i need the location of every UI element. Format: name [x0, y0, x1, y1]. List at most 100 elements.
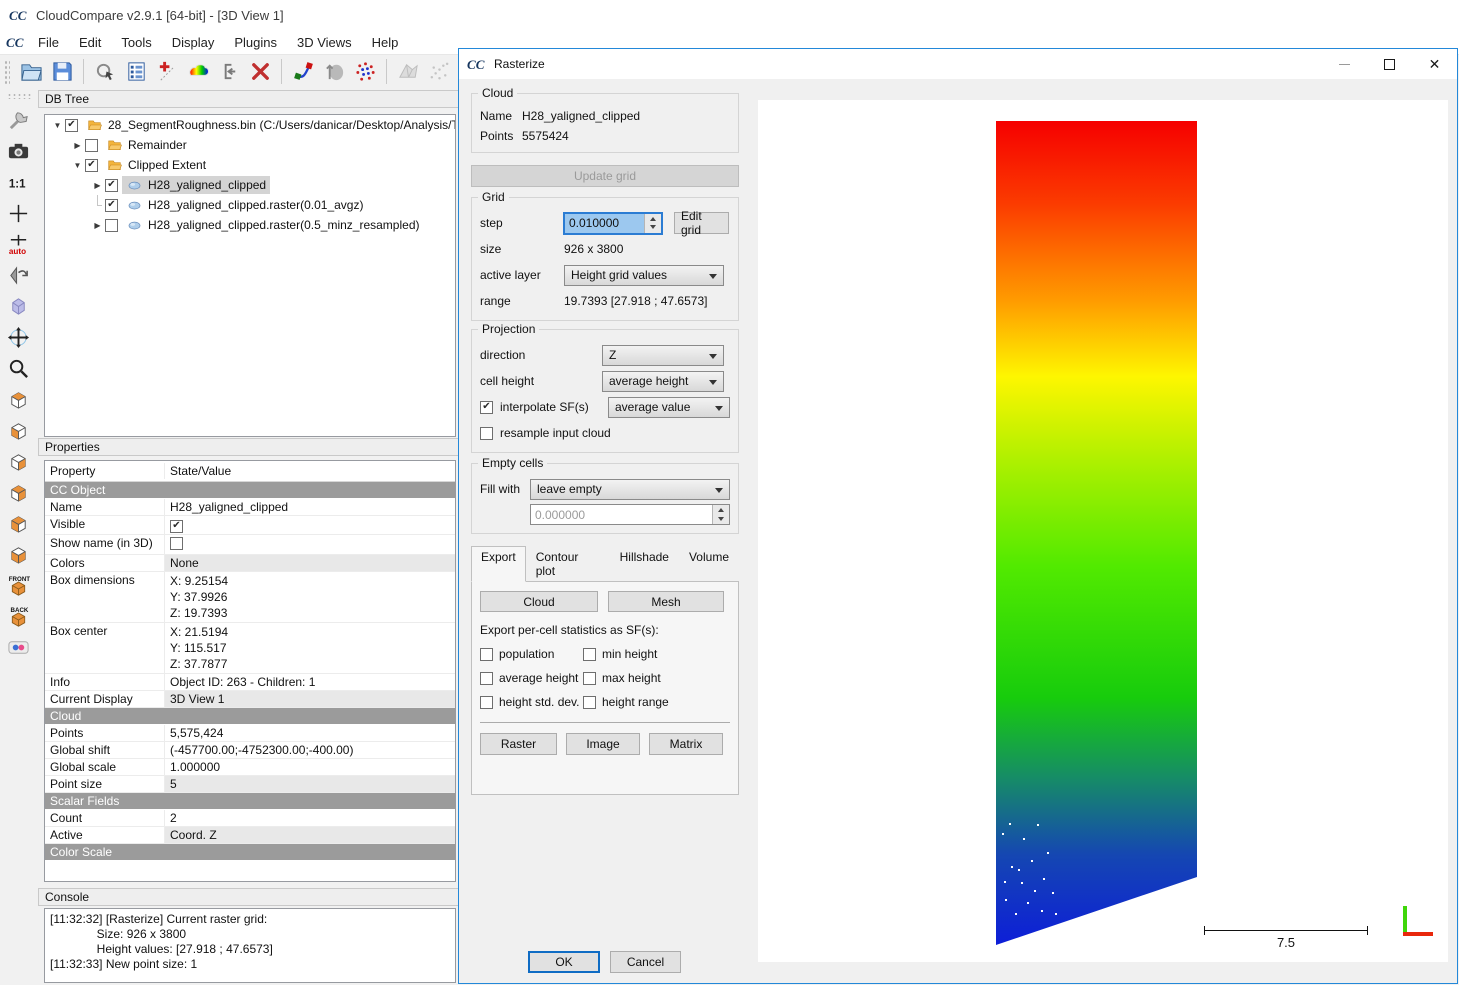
export-stat-max-height[interactable]: max height: [583, 671, 730, 685]
perspective-cube-icon[interactable]: [5, 293, 32, 320]
property-value[interactable]: 5: [165, 776, 455, 792]
step-spinbox[interactable]: 0.010000: [564, 213, 662, 234]
align-icon[interactable]: [320, 58, 348, 86]
pan-icon[interactable]: [5, 324, 32, 351]
edit-grid-button[interactable]: Edit grid: [674, 212, 729, 234]
tree-item[interactable]: ▶H28_yaligned_clipped.raster(0.5_minz_re…: [45, 215, 455, 235]
auto-pivot-icon[interactable]: auto: [5, 231, 32, 258]
register-icon[interactable]: [289, 58, 317, 86]
active-layer-dropdown[interactable]: Height grid values: [564, 265, 724, 286]
db-tree[interactable]: ▼28_SegmentRoughness.bin (C:/Users/danic…: [44, 114, 456, 437]
checkbox[interactable]: [583, 696, 596, 709]
tree-item[interactable]: ▼Clipped Extent: [45, 155, 455, 175]
cancel-button[interactable]: Cancel: [610, 951, 681, 973]
tree-item[interactable]: ▶H28_yaligned_clipped: [45, 175, 455, 195]
export-raster-button[interactable]: Raster: [480, 733, 557, 755]
visibility-checkbox[interactable]: [105, 179, 118, 192]
view-back-labeled-icon[interactable]: BACK: [5, 603, 32, 630]
checkbox[interactable]: [480, 696, 493, 709]
property-value[interactable]: Coord. Z: [165, 827, 455, 843]
stereo-icon[interactable]: [5, 634, 32, 661]
resample-checkbox[interactable]: [480, 427, 493, 440]
close-button[interactable]: ✕: [1412, 49, 1457, 79]
point-picking-icon[interactable]: [153, 58, 181, 86]
checkbox[interactable]: [583, 672, 596, 685]
menu-display[interactable]: Display: [162, 32, 225, 53]
menu-help[interactable]: Help: [362, 32, 409, 53]
visibility-checkbox[interactable]: [85, 139, 98, 152]
pick-rotate-icon[interactable]: [91, 58, 119, 86]
zoom-1-1-icon[interactable]: 1:1: [5, 169, 32, 196]
step-spin-arrows[interactable]: [644, 214, 661, 233]
property-checkbox[interactable]: [170, 537, 183, 550]
export-image-button[interactable]: Image: [566, 733, 640, 755]
spin-down-icon[interactable]: [645, 223, 661, 233]
save-icon[interactable]: [48, 58, 76, 86]
rotate-view-icon[interactable]: [5, 262, 32, 289]
property-value[interactable]: [165, 516, 455, 534]
property-value[interactable]: None: [165, 555, 455, 571]
menu-3d-views[interactable]: 3D Views: [287, 32, 362, 53]
apply-transform-icon[interactable]: [215, 58, 243, 86]
spin-up-icon[interactable]: [645, 214, 661, 224]
pivot-icon[interactable]: [5, 200, 32, 227]
wrench-icon[interactable]: [5, 107, 32, 134]
view-left-icon[interactable]: [5, 448, 32, 475]
tab-export[interactable]: Export: [471, 546, 526, 582]
visibility-checkbox[interactable]: [105, 219, 118, 232]
tree-item[interactable]: ▼28_SegmentRoughness.bin (C:/Users/danic…: [45, 115, 455, 135]
visibility-checkbox[interactable]: [65, 119, 78, 132]
view-front-icon[interactable]: [5, 417, 32, 444]
document-icon[interactable]: CC: [6, 34, 26, 51]
menu-file[interactable]: File: [28, 32, 69, 53]
property-value[interactable]: [165, 535, 455, 554]
export-cloud-button[interactable]: Cloud: [480, 591, 598, 612]
menu-plugins[interactable]: Plugins: [224, 32, 287, 53]
visibility-checkbox[interactable]: [85, 159, 98, 172]
menu-edit[interactable]: Edit: [69, 32, 111, 53]
fill-with-dropdown[interactable]: leave empty: [530, 479, 730, 500]
tree-item[interactable]: H28_yaligned_clipped.raster(0.01_avgz): [45, 195, 455, 215]
ok-button[interactable]: OK: [528, 951, 600, 973]
view-right-icon[interactable]: [5, 510, 32, 537]
export-mesh-button[interactable]: Mesh: [608, 591, 724, 612]
interpolate-dropdown[interactable]: average value: [608, 397, 730, 418]
color-scale-icon[interactable]: [184, 58, 212, 86]
toolbar-drag-handle[interactable]: [4, 60, 10, 84]
export-matrix-button[interactable]: Matrix: [649, 733, 723, 755]
visibility-checkbox[interactable]: [105, 199, 118, 212]
expand-icon[interactable]: ▶: [71, 141, 84, 150]
view-front-labeled-icon[interactable]: FRONT: [5, 572, 32, 599]
tree-item[interactable]: ▶Remainder: [45, 135, 455, 155]
collapse-icon[interactable]: ▼: [71, 161, 84, 170]
3d-viewport[interactable]: 7.5: [758, 100, 1448, 962]
direction-dropdown[interactable]: Z: [602, 345, 724, 366]
checkbox[interactable]: [583, 648, 596, 661]
checkbox[interactable]: [480, 648, 493, 661]
expand-icon[interactable]: ▶: [91, 221, 104, 230]
cell-height-dropdown[interactable]: average height: [602, 371, 724, 392]
export-stat-population[interactable]: population: [480, 647, 583, 661]
view-back-icon[interactable]: [5, 479, 32, 506]
interpolate-sf-checkbox[interactable]: [480, 401, 493, 414]
tab-volume[interactable]: Volume: [679, 546, 739, 582]
expand-icon[interactable]: ▶: [91, 181, 104, 190]
collapse-icon[interactable]: ▼: [51, 121, 64, 130]
tab-hillshade[interactable]: Hillshade: [610, 546, 679, 582]
open-icon[interactable]: [17, 58, 45, 86]
export-stat-height-std-dev-[interactable]: height std. dev.: [480, 695, 583, 709]
tab-contour-plot[interactable]: Contour plot: [526, 546, 610, 582]
toolbar-drag-handle[interactable]: [7, 93, 31, 99]
checkbox[interactable]: [480, 672, 493, 685]
export-stat-height-range[interactable]: height range: [583, 695, 730, 709]
camera-icon[interactable]: [5, 138, 32, 165]
maximize-button[interactable]: [1367, 49, 1412, 79]
zoom-icon[interactable]: [5, 355, 32, 382]
export-stat-min-height[interactable]: min height: [583, 647, 730, 661]
view-bottom-icon[interactable]: [5, 541, 32, 568]
dialog-titlebar[interactable]: CC Rasterize ✕: [459, 49, 1457, 79]
property-value[interactable]: 3D View 1: [165, 691, 455, 707]
export-stat-average-height[interactable]: average height: [480, 671, 583, 685]
properties-icon[interactable]: [122, 58, 150, 86]
menu-tools[interactable]: Tools: [111, 32, 161, 53]
